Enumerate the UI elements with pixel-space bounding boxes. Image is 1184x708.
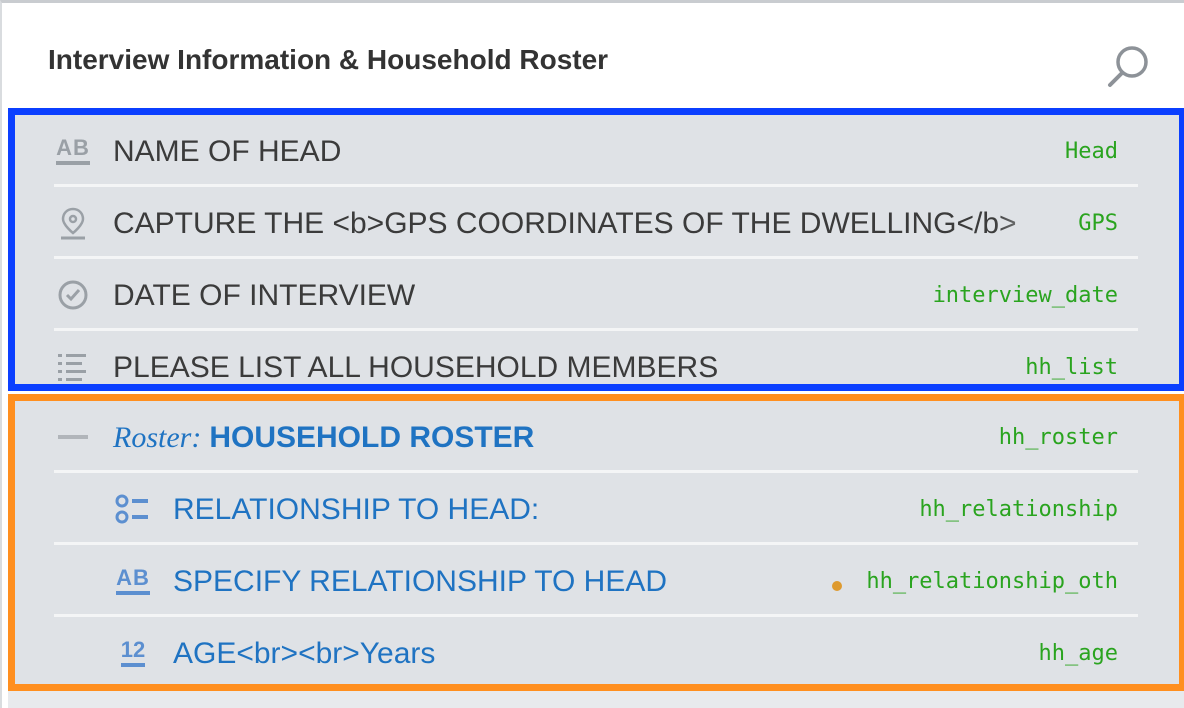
single-select-icon — [114, 491, 152, 527]
section-title: Interview Information & Household Roster — [48, 44, 609, 75]
roster-kind-label: Roster: — [113, 421, 202, 454]
roster-question-row-relationship-other[interactable]: AB SPECIFY RELATIONSHIP TO HEAD hh_relat… — [54, 545, 1138, 617]
search-button[interactable] — [1102, 42, 1154, 90]
roster-group-highlight: Roster: HOUSEHOLD ROSTER hh_roster RELATI… — [8, 394, 1184, 691]
question-text: SPECIFY RELATIONSHIP TO HEAD — [173, 565, 668, 598]
list-icon — [54, 349, 92, 385]
question-row-head[interactable]: AB NAME OF HEAD Head — [54, 115, 1138, 187]
condition-indicator-dot — [832, 581, 842, 591]
question-text: NAME OF HEAD — [113, 135, 342, 168]
roster-question-row-age[interactable]: 12 AGE<br><br>Years hh_age — [54, 617, 1138, 689]
variable-name: hh_age — [1038, 641, 1118, 666]
question-text: AGE<br><br>Years — [173, 637, 436, 670]
roster-row[interactable]: Roster: HOUSEHOLD ROSTER hh_roster — [54, 401, 1138, 473]
question-text: PLEASE LIST ALL HOUSEHOLD MEMBERS — [113, 351, 719, 384]
question-text: DATE OF INTERVIEW — [113, 279, 416, 312]
numeric-question-icon: 12 — [114, 635, 152, 671]
variable-name: hh_relationship — [919, 497, 1118, 522]
variable-name: interview_date — [932, 283, 1118, 308]
roster-title: Roster: HOUSEHOLD ROSTER — [113, 421, 534, 455]
questions-group-highlight: AB NAME OF HEAD Head CAPTURE THE <b>GPS … — [8, 108, 1184, 391]
questionnaire-section: Interview Information & Household Roster… — [0, 0, 1184, 708]
variable-name: GPS — [1078, 211, 1118, 236]
variable-name: hh_roster — [998, 425, 1118, 450]
variable-name: Head — [1065, 139, 1118, 164]
question-row-interview-date[interactable]: DATE OF INTERVIEW interview_date — [54, 259, 1138, 331]
text-question-icon: AB — [54, 133, 92, 169]
variable-name: hh_list — [1025, 355, 1118, 380]
clock-icon — [54, 277, 92, 313]
text-question-icon: AB — [114, 563, 152, 599]
roster-question-row-relationship[interactable]: RELATIONSHIP TO HEAD: hh_relationship — [54, 473, 1138, 545]
question-row-gps[interactable]: CAPTURE THE <b>GPS COORDINATES OF THE DW… — [54, 187, 1138, 259]
question-row-hh-list[interactable]: PLEASE LIST ALL HOUSEHOLD MEMBERS hh_lis… — [54, 331, 1138, 403]
list-footer — [8, 691, 1184, 708]
section-header: Interview Information & Household Roster — [2, 6, 1184, 110]
search-icon — [1108, 46, 1148, 87]
gps-pin-icon — [54, 205, 92, 241]
collapse-minus-icon[interactable] — [54, 419, 92, 455]
variable-name: hh_relationship_oth — [866, 569, 1118, 594]
roster-name: HOUSEHOLD ROSTER — [209, 421, 535, 454]
question-text: RELATIONSHIP TO HEAD: — [173, 493, 540, 526]
question-text: CAPTURE THE <b>GPS COORDINATES OF THE DW… — [113, 207, 1017, 240]
